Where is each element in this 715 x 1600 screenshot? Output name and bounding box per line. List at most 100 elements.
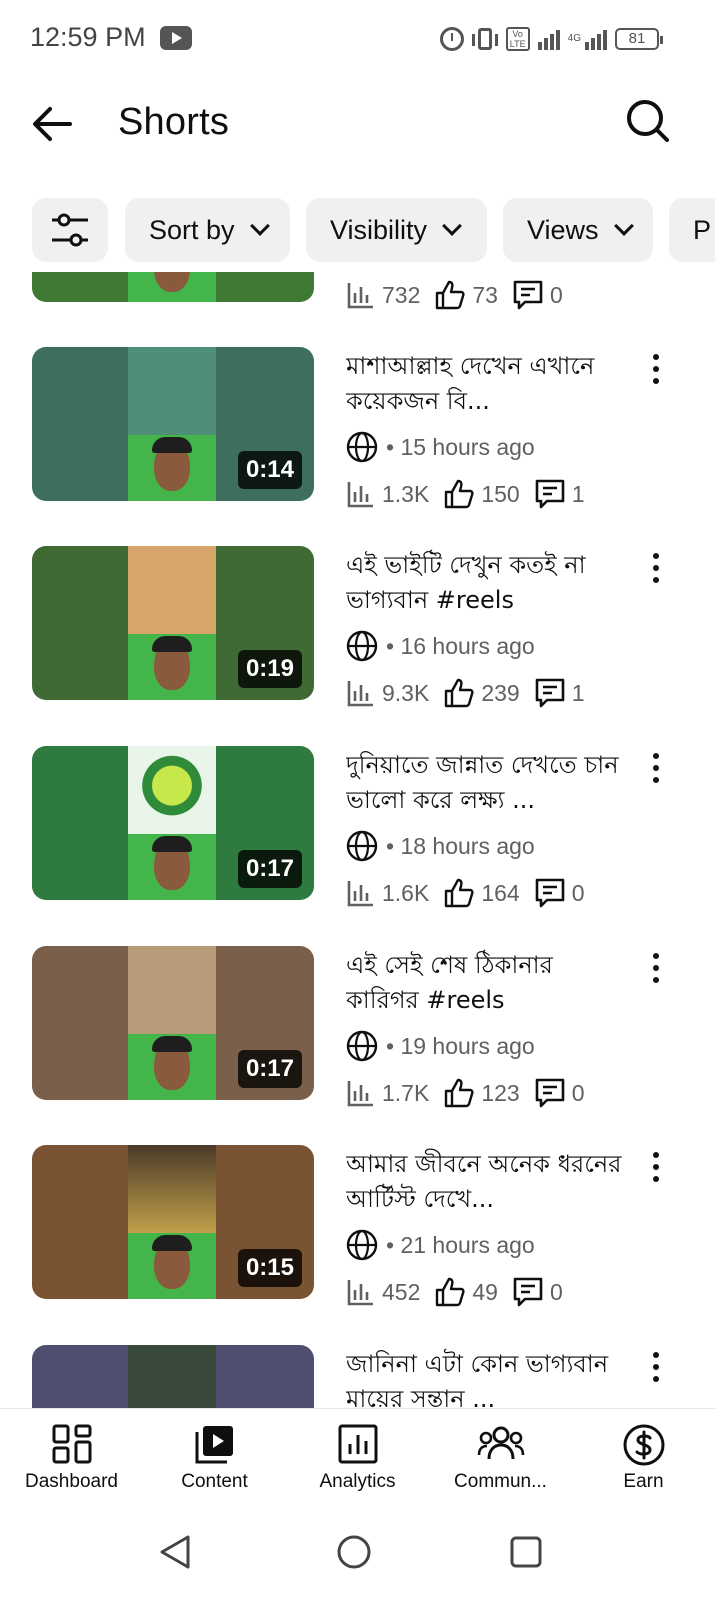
- more-options-button[interactable]: [644, 748, 668, 788]
- views-chip[interactable]: Views: [503, 198, 653, 262]
- stats-row: 1.3K 150 1: [346, 477, 599, 511]
- volte-icon: Vo LTE: [505, 27, 530, 51]
- globe-icon: [346, 431, 378, 463]
- views-label: Views: [527, 214, 599, 245]
- nav-community[interactable]: Commun...: [429, 1409, 572, 1505]
- video-thumbnail[interactable]: [32, 1345, 314, 1408]
- video-list[interactable]: 732 73 0 0:14 মাশাআল্লাহ দেখেন এখানে কয়…: [0, 272, 715, 1408]
- video-title[interactable]: দুনিয়াতে জান্নাত দেখতে চান ভালো করে লক্…: [346, 748, 628, 818]
- like-icon: [436, 280, 465, 310]
- search-icon: [627, 100, 669, 142]
- list-item[interactable]: 0:17 দুনিয়াতে জান্নাত দেখতে চান ভালো কর…: [0, 746, 715, 908]
- list-item[interactable]: 0:17 এই সেই শেষ ঠিকানার কারিগর #reels • …: [0, 946, 715, 1108]
- likes-count: 123: [481, 1079, 520, 1106]
- more-options-button[interactable]: [644, 948, 668, 988]
- community-icon: [477, 1426, 524, 1460]
- views-count: 1.6K: [382, 879, 430, 906]
- video-duration: 0:17: [237, 1050, 302, 1088]
- page-title: Shorts: [118, 101, 230, 143]
- system-home-button[interactable]: [336, 1534, 376, 1574]
- views-chart-icon: [347, 283, 373, 309]
- earn-dollar-icon: [623, 1424, 664, 1466]
- nav-label: Analytics: [319, 1471, 396, 1492]
- comments-count: 0: [549, 1278, 563, 1305]
- views-count: 452: [382, 1278, 421, 1305]
- globe-icon: [346, 630, 378, 662]
- nav-label: Dashboard: [25, 1471, 118, 1492]
- list-item[interactable]: জানিনা এটা কোন ভাগ্যবান মায়ের সন্তান ..…: [0, 1345, 715, 1408]
- battery-icon: 81: [615, 28, 663, 50]
- comments-count: 0: [571, 1079, 585, 1106]
- comments-count: 1: [571, 480, 585, 507]
- published-time: • 19 hours ago: [386, 1032, 535, 1059]
- video-thumbnail[interactable]: 0:17: [32, 946, 314, 1100]
- nav-earn[interactable]: Earn: [572, 1409, 715, 1505]
- visibility-chip[interactable]: Visibility: [306, 198, 487, 262]
- more-options-button[interactable]: [644, 1147, 668, 1187]
- system-back-button[interactable]: [158, 1534, 198, 1574]
- video-thumbnail[interactable]: 0:17: [32, 746, 314, 900]
- views-count: 1.7K: [382, 1079, 430, 1106]
- filter-sliders-icon: [52, 213, 88, 247]
- network-type: 4G: [567, 33, 581, 44]
- more-options-button[interactable]: [644, 548, 668, 588]
- video-title[interactable]: জানিনা এটা কোন ভাগ্যবান মায়ের সন্তান ..…: [346, 1347, 628, 1408]
- views-chart-icon: [347, 881, 373, 907]
- sort-by-label: Sort by: [149, 214, 235, 245]
- views-chart-icon: [347, 681, 373, 707]
- filter-chip[interactable]: [32, 198, 108, 262]
- published-time: • 16 hours ago: [386, 632, 535, 659]
- chevron-down-icon: [442, 216, 462, 236]
- nav-content[interactable]: Content: [143, 1409, 286, 1505]
- video-thumbnail[interactable]: 0:19: [32, 546, 314, 700]
- views-chart-icon: [347, 482, 373, 508]
- system-recents-button[interactable]: [508, 1534, 548, 1574]
- content-play-icon: [195, 1426, 233, 1464]
- views-count: 732: [382, 281, 421, 308]
- home-circle-icon: [337, 1535, 371, 1569]
- more-options-button[interactable]: [644, 1347, 668, 1387]
- nav-analytics[interactable]: Analytics: [286, 1409, 429, 1505]
- bottom-navigation: Dashboard Content Analytics Commun... Ea…: [0, 1408, 715, 1504]
- likes-count: 164: [481, 879, 520, 906]
- video-duration: 0:17: [237, 850, 302, 888]
- video-title[interactable]: আমার জীবনে অনেক ধরনের আর্টিস্ট দেখে...: [346, 1147, 628, 1217]
- sort-by-chip[interactable]: Sort by: [125, 198, 290, 262]
- list-item[interactable]: 0:15 আমার জীবনে অনেক ধরনের আর্টিস্ট দেখে…: [0, 1145, 715, 1307]
- signal-icon-2: [585, 28, 607, 50]
- status-time: 12:59 PM: [30, 22, 146, 52]
- views-count: 1.3K: [382, 480, 430, 507]
- back-button[interactable]: [30, 102, 80, 146]
- list-item[interactable]: 0:14 মাশাআল্লাহ দেখেন এখানে কয়েকজন বি..…: [0, 347, 715, 509]
- like-icon: [445, 1078, 474, 1108]
- likes-count: 239: [481, 679, 520, 706]
- likes-count: 73: [472, 281, 498, 308]
- video-title[interactable]: এই ভাইটি দেখুন কতই না ভাগ্যবান #reels: [346, 548, 628, 618]
- stats-row: 1.7K 123 0: [346, 1076, 599, 1110]
- list-item[interactable]: 732 73 0: [0, 272, 715, 310]
- video-title[interactable]: এই সেই শেষ ঠিকানার কারিগর #reels: [346, 948, 628, 1018]
- visibility-row: • 21 hours ago: [346, 1229, 535, 1261]
- nav-dashboard[interactable]: Dashboard: [0, 1409, 143, 1505]
- like-icon: [436, 1277, 465, 1307]
- views-chart-icon: [347, 1081, 373, 1107]
- video-thumbnail[interactable]: 0:15: [32, 1145, 314, 1299]
- analytics-icon: [338, 1424, 377, 1464]
- globe-icon: [346, 1030, 378, 1062]
- search-button[interactable]: [625, 98, 675, 148]
- arrow-left-icon: [33, 107, 72, 141]
- more-options-button[interactable]: [644, 349, 668, 389]
- next-chip[interactable]: P: [669, 198, 715, 262]
- next-chip-label: P: [693, 214, 712, 245]
- video-thumbnail[interactable]: [32, 272, 314, 302]
- app-header: Shorts: [0, 80, 715, 170]
- globe-icon: [346, 1229, 378, 1261]
- video-title[interactable]: মাশাআল্লাহ দেখেন এখানে কয়েকজন বি...: [346, 349, 628, 419]
- comments-count: 0: [549, 281, 563, 308]
- video-thumbnail[interactable]: 0:14: [32, 347, 314, 501]
- system-navigation: [0, 1504, 715, 1600]
- list-item[interactable]: 0:19 এই ভাইটি দেখুন কতই না ভাগ্যবান #ree…: [0, 546, 715, 708]
- nav-label: Content: [181, 1471, 248, 1492]
- chevron-down-icon: [249, 216, 270, 236]
- comment-icon: [535, 1078, 565, 1108]
